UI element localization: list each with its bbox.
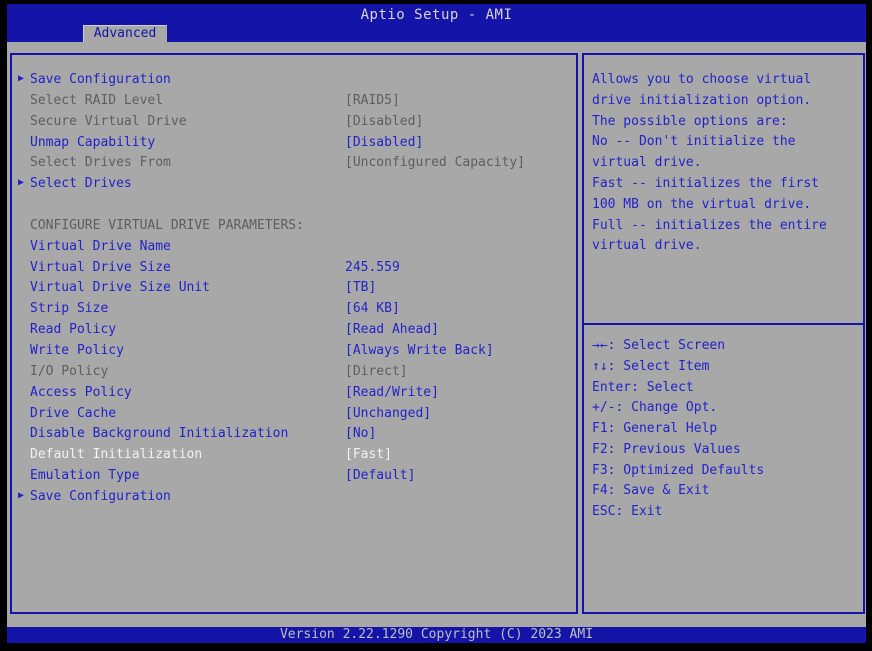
menu-item-value: [Disabled] (345, 113, 424, 129)
help-line: Full -- initializes the entire (592, 217, 827, 233)
menu-item-value: [RAID5] (345, 92, 400, 108)
tab-advanced[interactable]: Advanced (83, 25, 167, 42)
bios-setup-screen: { "header": { "title": "Aptio Setup - AM… (0, 0, 872, 651)
menu-item-value: [TB] (345, 280, 377, 296)
menu-item-value: [Direct] (345, 363, 408, 379)
menu-item-read-policy[interactable]: Read Policy [Read Ahead] (12, 321, 576, 342)
menu-item-label: Save Configuration (30, 72, 171, 87)
key-hint: →←: Select Screen (592, 338, 726, 353)
menu-spacer (12, 196, 576, 217)
help-line: Fast -- initializes the first (592, 175, 819, 191)
menu-item-label: Disable Background Initialization (30, 426, 289, 442)
help-line: Allows you to choose virtual (592, 72, 812, 87)
menu-item-virtual-drive-name[interactable]: Virtual Drive Name (12, 238, 576, 259)
menu-item-label: Unmap Capability (30, 134, 156, 150)
key-hint: Enter: Select (592, 379, 694, 395)
menu-item-value: [Fast] (345, 447, 392, 463)
title-bar: Aptio Setup - AMI Advanced (7, 4, 866, 42)
menu-item-virtual-drive-size[interactable]: Virtual Drive Size 245.559 (12, 259, 576, 280)
menu-item-configure-virtual-drive-parameters: CONFIGURE VIRTUAL DRIVE PARAMETERS: (12, 217, 576, 238)
menu-item-save-configuration[interactable]: ▶ Save Configuration (12, 488, 576, 509)
menu-item-write-policy[interactable]: Write Policy [Always Write Back] (12, 342, 576, 363)
menu-item-value: [Unconfigured Capacity] (345, 155, 526, 171)
key-legend: →←: Select Screen ↑↓: Select Item Enter: S… (592, 338, 859, 525)
key-hint: F2: Previous Values (592, 441, 741, 457)
menu-item-virtual-drive-size-unit[interactable]: Virtual Drive Size Unit [TB] (12, 279, 576, 300)
menu-item-label: Virtual Drive Size Unit (30, 280, 211, 296)
help-line: The possible options are: (592, 113, 788, 129)
menu-item-access-policy[interactable]: Access Policy [Read/Write] (12, 384, 576, 405)
menu-item-label: Default Initialization (30, 447, 203, 463)
help-panel: Allows you to choose virtual drive initia… (582, 53, 865, 614)
menu-item-label: CONFIGURE VIRTUAL DRIVE PARAMETERS: (30, 217, 304, 233)
key-hint: F1: General Help (592, 421, 718, 436)
menu-item-label: I/O Policy (30, 363, 109, 379)
menu-item-label: Select Drives From (30, 155, 171, 171)
bios-screen: Aptio Setup - AMI Advanced ▶ Save Configu… (7, 4, 866, 643)
menu-item-disable-background-initialization[interactable]: Disable Background Initialization [No] (12, 425, 576, 446)
submenu-arrow-icon: ▶ (18, 489, 25, 501)
settings-menu: ▶ Save Configuration Select RAID Level [RAI… (12, 71, 576, 509)
menu-item-label: Write Policy (30, 342, 124, 358)
menu-item-label: Select Drives (30, 176, 132, 192)
key-hint: F3: Optimized Defaults (592, 462, 765, 478)
menu-item-secure-virtual-drive: Secure Virtual Drive [Disabled] (12, 113, 576, 134)
menu-item-strip-size[interactable]: Strip Size [64 KB] (12, 300, 576, 321)
help-line: drive initialization option. (592, 92, 812, 108)
menu-item-default-initialization[interactable]: Default Initialization [Fast] (12, 446, 576, 467)
settings-panel: ▶ Save Configuration Select RAID Level [RAI… (10, 53, 578, 614)
help-line: No -- Don't initialize the (592, 134, 796, 150)
help-line: 100 MB on the virtual drive. (592, 196, 812, 212)
menu-item-label: Virtual Drive Name (30, 238, 171, 254)
menu-item-label: Emulation Type (30, 468, 140, 484)
menu-item-select-drives-from: Select Drives From [Unconfigured Capacity… (12, 154, 576, 175)
help-line: virtual drive. (592, 238, 702, 254)
menu-item-value: [Default] (345, 468, 416, 484)
menu-item-unmap-capability[interactable]: Unmap Capability [Disabled] (12, 134, 576, 155)
menu-item-label: Select RAID Level (30, 92, 164, 108)
menu-item-label: Secure Virtual Drive (30, 113, 187, 129)
key-hint: ESC: Exit (592, 504, 663, 519)
menu-item-value: [Always Write Back] (345, 342, 494, 358)
menu-item-value: [Unchanged] (345, 405, 432, 421)
menu-item-label: Read Policy (30, 322, 117, 338)
submenu-arrow-icon: ▶ (18, 177, 25, 189)
menu-item-save-configuration[interactable]: ▶ Save Configuration (12, 71, 576, 92)
key-hint: F4: Save & Exit (592, 483, 710, 499)
menu-item-select-drives[interactable]: ▶ Select Drives (12, 175, 576, 196)
menu-item-label: Drive Cache (30, 405, 117, 421)
menu-item-value: [64 KB] (345, 301, 400, 317)
help-line: virtual drive. (592, 155, 702, 171)
menu-item-value: [Read Ahead] (345, 322, 439, 338)
help-panel-divider (584, 323, 863, 325)
menu-item-select-raid-level: Select RAID Level [RAID5] (12, 92, 576, 113)
menu-item-i-o-policy: I/O Policy [Direct] (12, 363, 576, 384)
menu-item-value: [No] (345, 426, 377, 442)
menu-item-value: [Disabled] (345, 134, 424, 150)
menu-item-value: 245.559 (345, 259, 400, 275)
menu-item-label: Strip Size (30, 301, 109, 317)
page-title: Aptio Setup - AMI (360, 7, 513, 23)
help-text: Allows you to choose virtual drive initia… (592, 72, 859, 259)
version-bar: Version 2.22.1290 Copyright (C) 2023 AMI (7, 627, 866, 643)
menu-item-label: Access Policy (30, 384, 132, 400)
menu-item-emulation-type[interactable]: Emulation Type [Default] (12, 467, 576, 488)
menu-item-label: Save Configuration (30, 488, 171, 504)
menu-item-label: Virtual Drive Size (30, 259, 171, 275)
key-hint: +/-: Change Opt. (592, 400, 718, 416)
submenu-arrow-icon: ▶ (18, 73, 25, 84)
menu-item-drive-cache[interactable]: Drive Cache [Unchanged] (12, 405, 576, 426)
menu-item-value: [Read/Write] (345, 384, 439, 400)
key-hint: ↑↓: Select Item (592, 358, 710, 374)
